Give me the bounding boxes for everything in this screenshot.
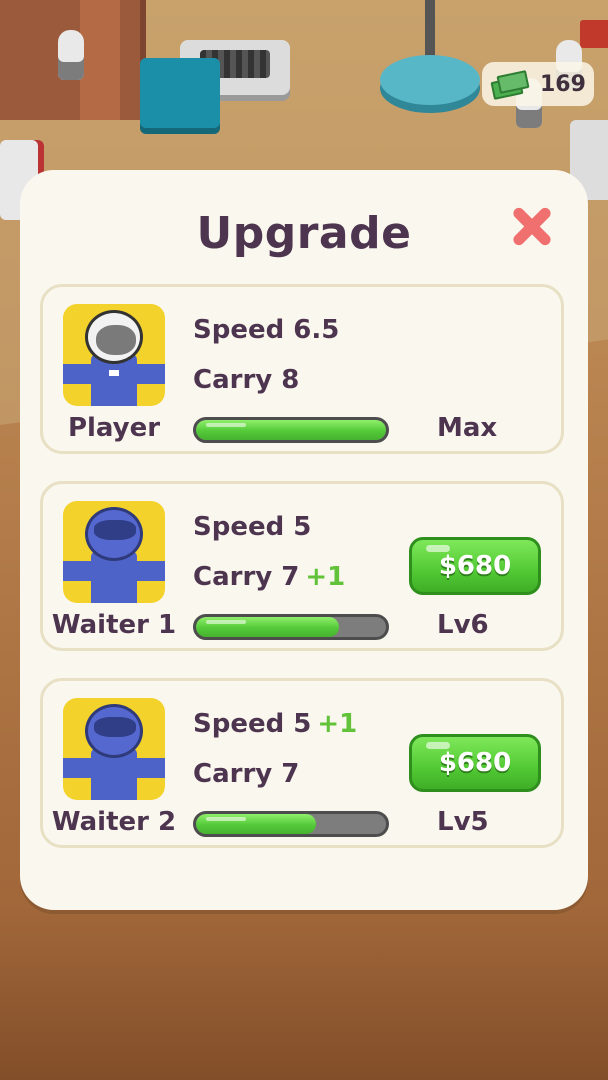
carry-label: Carry 7 bbox=[193, 759, 300, 789]
speed-stat: Speed 5 bbox=[193, 512, 317, 542]
carry-bonus: +1 bbox=[305, 562, 346, 592]
astronaut-character bbox=[58, 30, 84, 80]
speed-label: Speed 6.5 bbox=[193, 315, 340, 345]
panel-title: Upgrade bbox=[196, 208, 412, 259]
money-counter: 169 bbox=[482, 62, 594, 106]
card-name: Waiter 1 bbox=[51, 610, 177, 640]
carry-stat: Carry 7 bbox=[193, 759, 305, 789]
upgrade-card-player: Player Speed 6.5 Carry 8 Max bbox=[40, 284, 564, 454]
close-x-icon[interactable] bbox=[510, 204, 554, 248]
card-name: Waiter 2 bbox=[51, 807, 177, 837]
ground-shade bbox=[0, 910, 608, 1080]
upgrade-panel: Upgrade Player Speed 6.5 Carry 8 Max Wai… bbox=[20, 170, 588, 910]
buy-upgrade-button[interactable]: $680 bbox=[409, 537, 541, 595]
money-amount: 169 bbox=[540, 71, 586, 97]
teal-machine bbox=[140, 58, 220, 128]
level-label: Lv6 bbox=[437, 610, 489, 640]
helmet-icon bbox=[85, 310, 143, 364]
carry-stat: Carry 7 +1 bbox=[193, 562, 345, 592]
waiter-avatar bbox=[63, 698, 165, 800]
level-label: Max bbox=[437, 413, 498, 443]
upgrade-card-waiter-2: Waiter 2 Speed 5 +1 Carry 7 $680 Lv5 bbox=[40, 678, 564, 848]
speed-label: Speed 5 bbox=[193, 709, 312, 739]
red-crate bbox=[580, 20, 608, 48]
upgrade-progress-bar bbox=[193, 811, 389, 837]
carry-label: Carry 8 bbox=[193, 365, 300, 395]
upgrade-progress-bar bbox=[193, 417, 389, 443]
speed-stat: Speed 5 +1 bbox=[193, 709, 357, 739]
player-avatar bbox=[63, 304, 165, 406]
helmet-icon bbox=[85, 704, 143, 758]
water-tank bbox=[380, 55, 480, 105]
speed-label: Speed 5 bbox=[193, 512, 312, 542]
helmet-icon bbox=[85, 507, 143, 561]
speed-stat: Speed 6.5 bbox=[193, 315, 345, 345]
upgrade-progress-bar bbox=[193, 614, 389, 640]
buy-upgrade-button[interactable]: $680 bbox=[409, 734, 541, 792]
wall-pillar bbox=[80, 0, 120, 120]
progress-fill bbox=[196, 814, 316, 834]
cash-stack-icon bbox=[490, 70, 530, 100]
carry-stat: Carry 8 bbox=[193, 365, 305, 395]
level-label: Lv5 bbox=[437, 807, 489, 837]
progress-fill bbox=[196, 617, 339, 637]
card-name: Player bbox=[67, 413, 161, 443]
upgrade-card-waiter-1: Waiter 1 Speed 5 Carry 7 +1 $680 Lv6 bbox=[40, 481, 564, 651]
progress-fill bbox=[196, 420, 386, 440]
carry-label: Carry 7 bbox=[193, 562, 300, 592]
speed-bonus: +1 bbox=[317, 709, 358, 739]
waiter-avatar bbox=[63, 501, 165, 603]
